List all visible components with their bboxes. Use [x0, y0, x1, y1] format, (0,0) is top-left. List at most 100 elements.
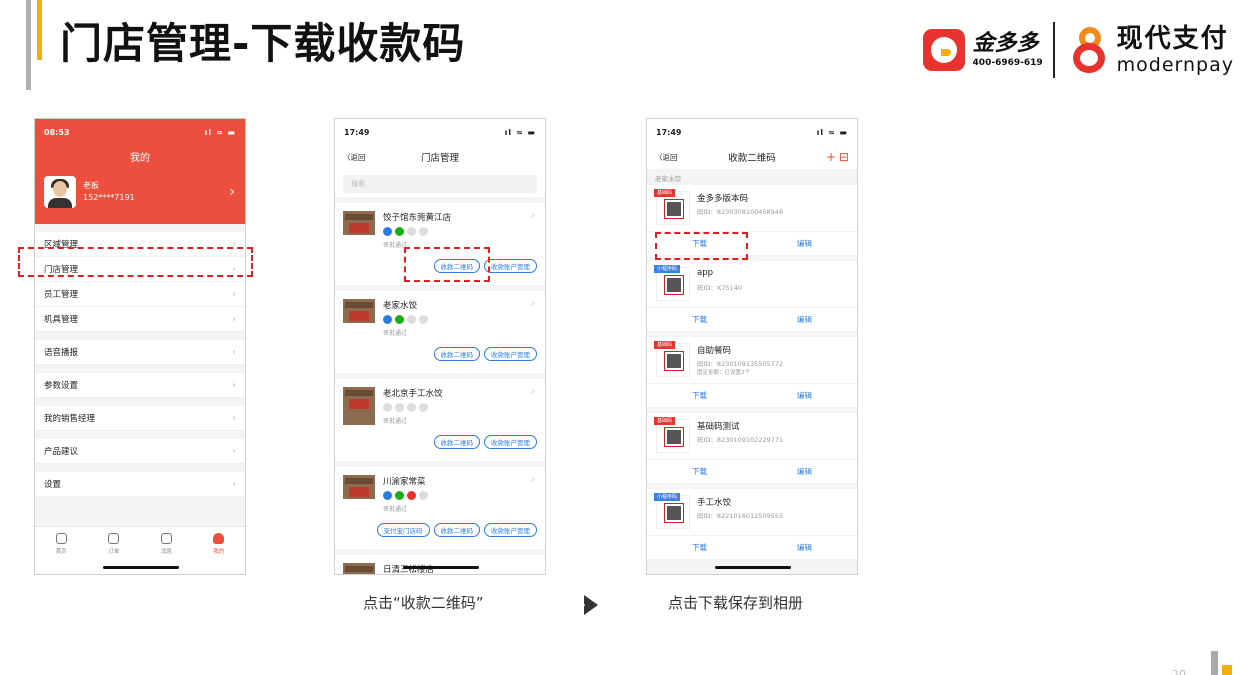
store-status: 审批通过	[383, 330, 408, 337]
add-icon[interactable]: +	[826, 150, 836, 164]
store-photo	[343, 475, 375, 499]
download-button[interactable]: 下载	[647, 308, 752, 331]
page-title: 门店管理	[420, 153, 459, 164]
menu-item-feedback[interactable]: 产品建议 ›	[35, 439, 245, 464]
modernpay-en-name: modernpay	[1116, 54, 1234, 76]
store-section-label: 老家水饺	[655, 175, 681, 183]
menu-item-label: 产品建议	[44, 447, 79, 457]
store-card[interactable]: 老家水饺 › 审批通过 收款二维码 收款账户管理	[335, 285, 545, 373]
qr-type-badge: 小程序码	[654, 265, 681, 273]
account-management-button[interactable]: 收款账户管理	[484, 435, 537, 449]
menu-item-label: 我的销售经理	[44, 414, 96, 424]
phone-screen-me: 08:53 ıl ≈ ▬ 我的 老板 152****7191 › 区域管理 › 门…	[34, 118, 246, 575]
menu-item-settings[interactable]: 设置 ›	[35, 472, 245, 497]
tab-label: 订单	[108, 549, 120, 555]
message-icon	[160, 533, 172, 544]
download-button[interactable]: 下载	[647, 384, 752, 407]
tab-label: 首页	[55, 549, 67, 555]
search-input[interactable]: 搜索	[343, 175, 537, 193]
chevron-right-icon: ›	[232, 346, 236, 358]
store-photo	[343, 387, 375, 425]
menu-item-params[interactable]: 参数设置 ›	[35, 373, 245, 398]
highlight-qr-code-button	[404, 247, 490, 282]
step-caption-qr: 点击“收款二维码”	[363, 594, 484, 612]
orders-icon	[108, 533, 120, 544]
account-management-button[interactable]: 收款账户管理	[484, 523, 537, 537]
chevron-right-icon: ›	[232, 478, 236, 490]
qr-code-button[interactable]: 收款二维码	[433, 347, 480, 361]
scan-icon[interactable]: ⊟	[839, 150, 849, 164]
phone-screen-stores: 17:49 ıl ≈ ▬ 〈返回 门店管理 搜索 饺子馆东莞黄江店 › 审批通过…	[334, 118, 546, 575]
qr-card: 基础码 自助餐码 码ID：8230109135505772 固定金额：已设置2个…	[647, 337, 857, 407]
back-button[interactable]: 〈返回	[655, 152, 678, 163]
store-photo	[343, 563, 375, 574]
alipay-store-code-button[interactable]: 支付宝门店码	[376, 523, 430, 537]
edit-button[interactable]: 编辑	[752, 536, 857, 559]
modernpay-logo-icon	[1069, 25, 1109, 75]
tab-me[interactable]: 我的	[193, 527, 246, 574]
nav-bar: 〈返回 门店管理	[335, 145, 545, 169]
account-management-button[interactable]: 收款账户管理	[484, 347, 537, 361]
qr-code-button[interactable]: 收款二维码	[433, 523, 480, 537]
status-bar: 17:49 ıl ≈ ▬	[647, 119, 857, 145]
phone-screen-qr-codes: 17:49 ıl ≈ ▬ 〈返回 收款二维码 + ⊟ 老家水饺 基础码 金多多版…	[646, 118, 858, 575]
qr-card: 小程序码 app 码ID：X75140 下载 编辑	[647, 261, 857, 331]
store-card[interactable]: 川渝家常菜 › 审批通过 支付宝门店码 收款二维码 收款账户管理	[335, 461, 545, 549]
tab-home[interactable]: 首页	[35, 527, 88, 574]
menu-item-label: 员工管理	[44, 290, 79, 300]
title-bar-accent	[37, 0, 42, 60]
menu-item-label: 参数设置	[44, 381, 79, 391]
qr-name: 自助餐码	[697, 346, 732, 356]
avatar	[44, 176, 76, 208]
user-icon	[213, 533, 225, 544]
qr-id: 码ID：X75140	[697, 284, 743, 292]
qr-code-button[interactable]: 收款二维码	[433, 435, 480, 449]
menu-item-label: 机具管理	[44, 315, 79, 325]
chevron-right-icon: ›	[232, 313, 236, 325]
chevron-right-icon: ›	[232, 445, 236, 457]
store-photo	[343, 299, 375, 323]
chevron-right-icon: ›	[232, 412, 236, 424]
slide-title: 门店管理-下载收款码	[60, 19, 466, 68]
menu-item-voice[interactable]: 语音播报 ›	[35, 340, 245, 365]
back-button[interactable]: 〈返回	[343, 152, 366, 163]
home-indicator	[403, 566, 479, 569]
store-status: 审批通过	[383, 506, 408, 513]
menu-item-sales-manager[interactable]: 我的销售经理 ›	[35, 406, 245, 431]
download-button[interactable]: 下载	[647, 536, 752, 559]
store-name: 老家水饺	[383, 301, 418, 311]
qr-type-badge: 基础码	[654, 417, 676, 425]
chevron-right-icon: ›	[232, 379, 236, 391]
account-management-button[interactable]: 收款账户管理	[484, 259, 537, 273]
edit-button[interactable]: 编辑	[752, 308, 857, 331]
chevron-right-icon: ›	[232, 288, 236, 300]
home-indicator	[103, 566, 179, 569]
download-button[interactable]: 下载	[647, 460, 752, 483]
store-name: 饺子馆东莞黄江店	[383, 213, 452, 223]
edit-button[interactable]: 编辑	[752, 460, 857, 483]
store-card[interactable]: 日清三松楼店	[335, 549, 545, 575]
brand-divider	[1052, 22, 1055, 78]
chevron-right-icon: ›	[229, 184, 235, 200]
qr-id: 码ID：8230308100458948	[697, 208, 784, 216]
tab-label: 消息	[160, 549, 172, 555]
qr-fixed-amount: 固定金额：已设置2个	[697, 370, 750, 376]
menu-item-devices[interactable]: 机具管理 ›	[35, 307, 245, 332]
status-system-icons: ıl ≈ ▬	[816, 127, 848, 137]
qr-card: 小程序码 手工水饺 码ID：8221016012509555 下载 编辑	[647, 489, 857, 559]
payment-method-icons	[383, 315, 431, 324]
edit-button[interactable]: 编辑	[752, 384, 857, 407]
user-profile-row[interactable]: 老板 152****7191 ›	[35, 164, 245, 208]
status-time: 08:53	[44, 127, 70, 137]
store-card[interactable]: 老北京手工水饺 › 审批通过 收款二维码 收款账户管理	[335, 373, 545, 461]
menu-item-staff[interactable]: 员工管理 ›	[35, 282, 245, 307]
tab-label: 我的	[213, 549, 225, 555]
qr-type-badge: 基础码	[654, 189, 676, 197]
store-name: 日清三松楼店	[383, 565, 435, 575]
chevron-right-icon: ›	[531, 475, 535, 485]
edit-button[interactable]: 编辑	[752, 232, 857, 255]
qr-id: 码ID：8221016012509555	[697, 512, 784, 520]
highlight-store-management	[18, 247, 253, 277]
jdd-hotline: 400-6969-619	[972, 58, 1043, 68]
status-time: 17:49	[344, 127, 370, 137]
